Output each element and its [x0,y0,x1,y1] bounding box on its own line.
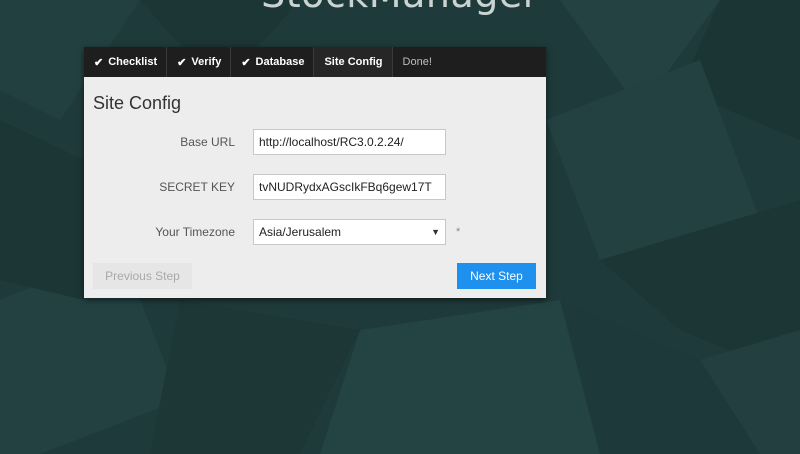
base-url-input[interactable] [253,129,446,155]
step-checklist[interactable]: ✔ Checklist [84,47,168,77]
step-label: Site Config [324,56,383,68]
timezone-label: Your Timezone [155,225,235,239]
step-site-config[interactable]: Site Config [314,47,393,77]
secret-key-input[interactable] [253,174,446,200]
timezone-value: Asia/Jerusalem [259,225,342,239]
required-marker: * [456,226,461,238]
setup-wizard-panel: ✔ Checklist ✔ Verify ✔ Database Site Con… [84,47,546,298]
chevron-down-icon: ▼ [431,227,440,237]
timezone-row: Your Timezone Asia/Jerusalem ▼ * [84,219,546,245]
step-done[interactable]: Done! [393,47,441,77]
step-verify[interactable]: ✔ Verify [167,47,232,77]
next-step-button[interactable]: Next Step [457,263,536,289]
previous-step-button[interactable]: Previous Step [93,263,192,289]
step-database[interactable]: ✔ Database [231,47,315,77]
step-label: Database [255,56,305,68]
wizard-steps-nav: ✔ Checklist ✔ Verify ✔ Database Site Con… [84,47,546,77]
check-icon: ✔ [177,56,187,69]
base-url-row: Base URL [84,129,546,155]
step-label: Done! [402,56,432,68]
base-url-label: Base URL [180,135,235,149]
check-icon: ✔ [241,56,251,69]
wizard-body: Site Config Base URL SECRET KEY Your Tim… [84,77,546,298]
secret-key-label: SECRET KEY [159,180,235,194]
secret-key-row: SECRET KEY [84,174,546,200]
step-label: Checklist [108,56,158,68]
timezone-select[interactable]: Asia/Jerusalem ▼ [253,219,446,245]
step-label: Verify [191,56,222,68]
app-title: StockManager [0,0,800,16]
section-title: Site Config [93,93,182,113]
check-icon: ✔ [94,56,104,69]
